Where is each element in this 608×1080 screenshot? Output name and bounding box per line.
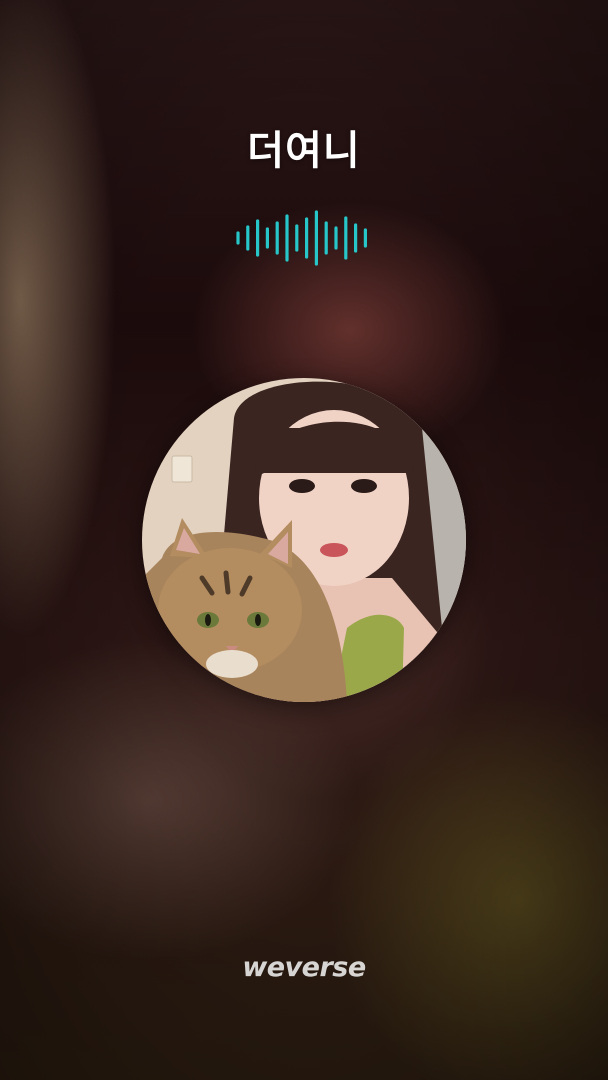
caller-name: 더여니	[247, 128, 361, 174]
voice-call-screen: 더여니 weverse	[0, 0, 608, 1080]
audio-waveform-icon	[236, 210, 367, 266]
caller-photo	[142, 378, 466, 702]
weverse-logo: weverse	[242, 952, 366, 983]
caller-avatar	[142, 378, 466, 702]
